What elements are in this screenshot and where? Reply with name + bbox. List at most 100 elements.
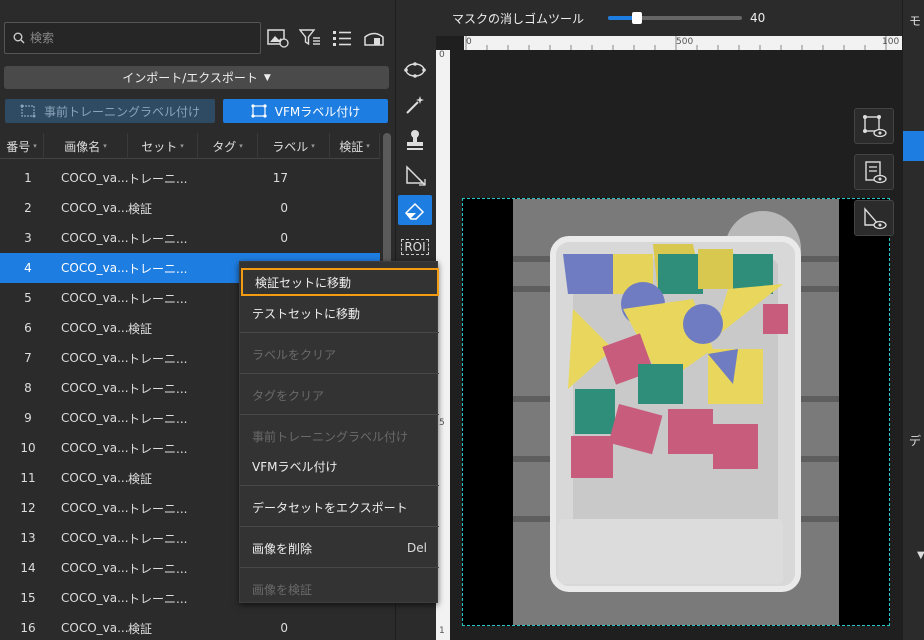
row-image-name: COCO_va...: [61, 381, 129, 395]
row-number: 13: [20, 531, 36, 545]
row-image-name: COCO_va...: [61, 291, 129, 305]
row-image-name: COCO_va...: [61, 441, 129, 455]
mask-view-icon: [864, 207, 887, 230]
row-set: トレーニ...: [128, 171, 188, 186]
label-view-icon: [863, 115, 887, 138]
table-row[interactable]: 16 COCO_va... 検証 0: [0, 613, 380, 640]
ruler-label-1000: 100: [882, 37, 900, 47]
row-image-name: COCO_va...: [61, 471, 129, 485]
shape-fill-icon: [406, 165, 426, 186]
row-image-name: COCO_va...: [61, 501, 129, 515]
table-row[interactable]: 1 COCO_va... トレーニ... 17: [0, 163, 380, 193]
menu-pre-training-label: 事前トレーニングラベル付け: [252, 429, 409, 444]
blocks-in-bin-image: [513, 199, 839, 625]
stamp-tool[interactable]: [398, 125, 432, 155]
image-settings-icon[interactable]: [266, 26, 290, 50]
row-image-name: COCO_va...: [61, 231, 129, 245]
slider-knob[interactable]: [632, 12, 643, 24]
row-set: 検証: [128, 471, 153, 486]
polygon-tool[interactable]: [398, 55, 432, 85]
vfm-icon: [251, 104, 267, 118]
search-box[interactable]: [4, 22, 261, 54]
delete-shortcut: Del: [407, 541, 427, 555]
stamp-icon: [407, 130, 423, 150]
vfm-label-button[interactable]: VFMラベル付け: [223, 99, 388, 123]
table-header: 番号 ▾ 画像名 ▾ セット ▾ タグ ▾ ラベル ▾ 検証 ▾: [0, 133, 380, 159]
row-label-count: 0: [280, 231, 288, 245]
filter-icon[interactable]: [298, 26, 322, 50]
menu-separator: [240, 332, 439, 333]
row-number: 4: [24, 261, 32, 275]
eraser-size-value: 40: [750, 11, 766, 25]
menu-move-to-validation[interactable]: 検証セットに移動: [241, 268, 439, 296]
search-input[interactable]: [30, 31, 230, 45]
layout-icon[interactable]: [362, 26, 386, 50]
import-export-button[interactable]: インポート/エクスポート ▼: [4, 66, 389, 89]
row-set: トレーニ...: [128, 261, 188, 276]
row-set: 検証: [128, 321, 153, 336]
row-set: トレーニ...: [128, 291, 188, 306]
magic-wand-icon: [406, 96, 424, 114]
row-number: 14: [20, 561, 36, 575]
row-image-name: COCO_va...: [61, 621, 129, 635]
row-set: 検証: [128, 621, 153, 636]
vruler-label-5: 5: [439, 418, 445, 428]
menu-move-to-test[interactable]: テストセットに移動: [240, 299, 439, 327]
right-panel-title: モ: [909, 14, 922, 28]
menu-separator: [240, 567, 439, 568]
row-label-count: 0: [280, 621, 288, 635]
menu-delete-image[interactable]: 画像を削除 Del: [240, 534, 439, 562]
column-header-verify[interactable]: 検証 ▾: [330, 133, 380, 159]
list-view-icon[interactable]: [330, 26, 354, 50]
table-row[interactable]: 3 COCO_va... トレーニ... 0: [0, 223, 380, 253]
column-header-tag[interactable]: タグ ▾: [198, 133, 258, 159]
magic-wand-tool[interactable]: [398, 90, 432, 120]
shape-fill-tool[interactable]: [398, 160, 432, 190]
column-header-number[interactable]: 番号 ▾: [0, 133, 44, 159]
roi-frame[interactable]: [462, 198, 890, 626]
vruler-label-1: 1: [439, 626, 445, 636]
column-header-image-name[interactable]: 画像名 ▾: [44, 133, 128, 159]
caret-down-icon: ▼: [263, 72, 271, 83]
column-header-label[interactable]: ラベル ▾: [258, 133, 330, 159]
menu-separator: [240, 414, 439, 415]
eraser-size-slider[interactable]: [608, 12, 743, 24]
search-icon: [13, 32, 25, 44]
workpiece-image: [513, 199, 839, 625]
row-set: トレーニ...: [128, 531, 188, 546]
menu-clear-labels: ラベルをクリア: [252, 347, 337, 362]
pre-training-label-button[interactable]: 事前トレーニングラベル付け: [5, 99, 215, 123]
right-panel-caret-icon[interactable]: ▼: [917, 550, 924, 561]
label-tool-icon: [20, 104, 36, 118]
roi-label: ROI: [401, 239, 429, 255]
eraser-tool[interactable]: [398, 195, 432, 225]
menu-vfm-label[interactable]: VFMラベル付け: [240, 452, 439, 480]
row-image-name: COCO_va...: [61, 591, 129, 605]
polygon-icon: [404, 62, 426, 78]
menu-separator: [240, 526, 439, 527]
menu-verify-image: 画像を検証: [252, 582, 313, 597]
column-header-set[interactable]: セット ▾: [128, 133, 198, 159]
row-number: 16: [20, 621, 36, 635]
context-menu: 検証セットに移動 テストセットに移動 ラベルをクリア タグをクリア 事前トレーニ…: [239, 261, 439, 603]
row-set: 検証: [128, 201, 153, 216]
menu-export-dataset[interactable]: データセットをエクスポート: [240, 493, 439, 521]
show-mask-button[interactable]: [854, 200, 894, 236]
roi-tool[interactable]: ROI: [398, 232, 432, 262]
right-panel-selected-item[interactable]: [903, 131, 924, 161]
row-image-name: COCO_va...: [61, 261, 129, 275]
app-window: インポート/エクスポート ▼ 事前トレーニングラベル付け VFMラベル付け 番号…: [0, 0, 924, 640]
pre-training-label-text: 事前トレーニングラベル付け: [43, 104, 200, 119]
row-set: トレーニ...: [128, 411, 188, 426]
table-row[interactable]: 2 COCO_va... 検証 0: [0, 193, 380, 223]
row-label-count: 17: [272, 171, 288, 185]
row-set: トレーニ...: [128, 561, 188, 576]
row-number: 10: [20, 441, 36, 455]
view-tools: [854, 108, 896, 246]
row-image-name: COCO_va...: [61, 351, 129, 365]
show-labels-button[interactable]: [854, 108, 894, 144]
show-results-button[interactable]: [854, 154, 894, 190]
row-number: 5: [24, 291, 32, 305]
row-image-name: COCO_va...: [61, 201, 129, 215]
row-set: トレーニ...: [128, 441, 188, 456]
